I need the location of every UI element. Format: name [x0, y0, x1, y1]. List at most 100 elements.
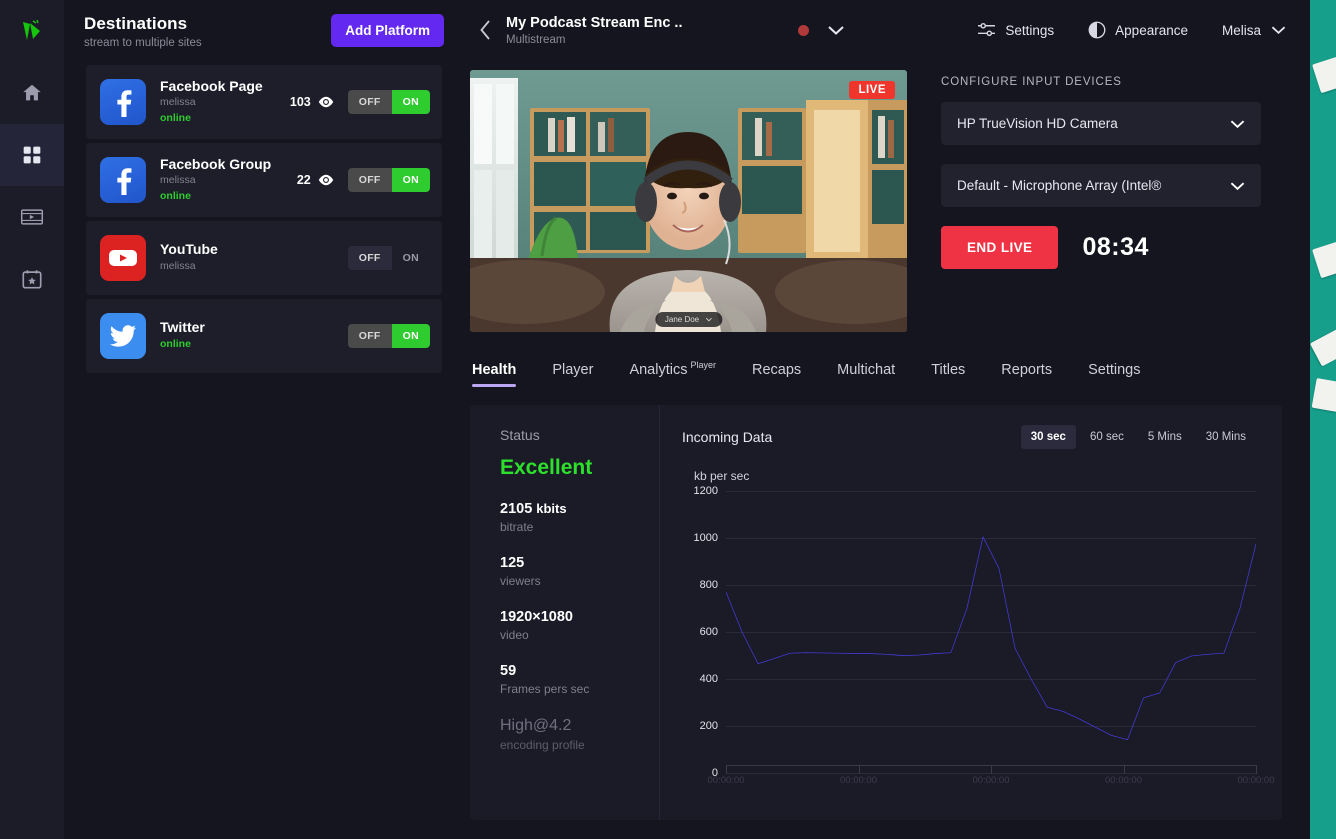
range-60-sec[interactable]: 60 sec — [1080, 425, 1134, 449]
incoming-data-chart: 0 200 400 600 800 1000 1200 00:00:00 00:00:00 00… — [682, 485, 1275, 786]
chart-x-tick — [1123, 764, 1125, 774]
toggle-off[interactable]: OFF — [347, 168, 392, 192]
metric-value: 2105 — [500, 500, 533, 517]
destination-toggle[interactable]: OFF ON — [347, 324, 430, 348]
metric-label: viewers — [500, 573, 541, 588]
facebook-icon — [100, 79, 146, 125]
list-item[interactable]: Twitter online OFF ON — [86, 299, 442, 373]
end-live-button[interactable]: END LIVE — [941, 226, 1059, 269]
main-content: My Podcast Stream Enc .. Multistream Set… — [462, 0, 1310, 839]
app-window: Destinations stream to multiple sites Ad… — [0, 0, 1310, 839]
metric-value: 125 — [500, 554, 525, 571]
tab-superscript: Player — [690, 360, 716, 370]
appearance-label: Appearance — [1115, 22, 1188, 38]
destination-name: YouTube — [160, 241, 218, 258]
left-nav-rail — [0, 0, 64, 839]
metric-bitrate: 2105 kbits bitrate — [500, 501, 659, 534]
top-bar: My Podcast Stream Enc .. Multistream Set… — [462, 0, 1310, 60]
toggle-on[interactable]: ON — [391, 324, 430, 348]
viewer-count-value: 22 — [296, 173, 311, 187]
toggle-off[interactable]: OFF — [347, 246, 392, 270]
sidebar-item-schedule[interactable] — [0, 248, 64, 310]
tab-label: Titles — [931, 361, 966, 378]
toggle-on[interactable]: ON — [391, 168, 430, 192]
chart-y-tick-label: 400 — [699, 672, 718, 685]
tab-analytics[interactable]: Analytics Player — [611, 360, 734, 387]
recording-indicator-icon — [798, 24, 810, 36]
tab-multichat[interactable]: Multichat — [819, 362, 913, 387]
range-5-mins[interactable]: 5 Mins — [1138, 425, 1192, 449]
destination-toggle[interactable]: OFF ON — [347, 168, 430, 192]
toggle-on[interactable]: ON — [392, 246, 430, 270]
destination-status: online — [160, 111, 191, 124]
configure-input-devices-panel: CONFIGURE INPUT DEVICES HP TrueVision HD… — [941, 70, 1310, 332]
stage-row: LIVE Jane Doe CONFIGURE INPUT DEVICES HP… — [462, 60, 1310, 332]
destination-name: Facebook Group — [160, 155, 272, 172]
metric-label: Frames pers sec — [500, 681, 590, 696]
viewer-count-value: 103 — [289, 95, 311, 109]
status-label: Status — [500, 426, 540, 443]
eye-icon — [318, 96, 333, 108]
destination-user: melissa — [160, 259, 196, 272]
tab-label: Player — [552, 361, 594, 378]
viewer-count: 103 — [290, 95, 334, 109]
tab-recaps[interactable]: Recaps — [734, 362, 819, 387]
destinations-panel: Destinations stream to multiple sites Ad… — [64, 0, 462, 839]
eye-icon — [318, 174, 333, 186]
chevron-down-icon — [1230, 119, 1245, 128]
settings-button[interactable]: Settings — [977, 22, 1054, 38]
metric-label: bitrate — [500, 519, 534, 534]
moon-icon — [1088, 21, 1106, 39]
sidebar-item-videos[interactable] — [0, 186, 64, 248]
chart-x-tick-label: 00:00:00 — [972, 774, 1010, 786]
logo-icon[interactable] — [0, 0, 64, 62]
toggle-off[interactable]: OFF — [347, 324, 392, 348]
toggle-off[interactable]: OFF — [347, 90, 392, 114]
video-preview[interactable]: LIVE Jane Doe — [470, 70, 907, 332]
camera-select-value: HP TrueVision HD Camera — [957, 116, 1118, 131]
metric-value: High@4.2 — [500, 716, 572, 734]
participant-name-tag[interactable]: Jane Doe — [654, 312, 723, 327]
tab-settings[interactable]: Settings — [1070, 362, 1158, 387]
sidebar-item-dashboard[interactable] — [0, 124, 64, 186]
destination-toggle[interactable]: OFF ON — [347, 246, 430, 270]
destination-list: Facebook Page melissa online 103 OFF ON — [64, 59, 462, 373]
sidebar-item-home[interactable] — [0, 62, 64, 124]
add-platform-button[interactable]: Add Platform — [331, 14, 444, 47]
toggle-on[interactable]: ON — [391, 90, 430, 114]
tab-reports[interactable]: Reports — [983, 362, 1070, 387]
tab-label: Health — [472, 361, 517, 378]
chart-y-tick-label: 1200 — [693, 484, 718, 497]
tab-health[interactable]: Health — [470, 362, 534, 387]
list-item[interactable]: YouTube melissa OFF ON — [86, 221, 442, 295]
range-30-sec[interactable]: 30 sec — [1020, 424, 1076, 449]
microphone-select[interactable]: Default - Microphone Array (Intel® — [941, 164, 1261, 207]
tab-player[interactable]: Player — [534, 362, 611, 387]
chart-x-axis: 00:00:00 00:00:00 00:00:00 00:00:00 00:00:00 — [708, 764, 1274, 786]
live-controls: END LIVE 08:34 — [941, 226, 1270, 269]
metric-label: video — [500, 627, 529, 642]
metric-viewers: 125 viewers — [500, 555, 659, 588]
list-item[interactable]: Facebook Group melissa online 22 OFF ON — [86, 143, 442, 217]
appearance-button[interactable]: Appearance — [1088, 21, 1188, 39]
list-item[interactable]: Facebook Page melissa online 103 OFF ON — [86, 65, 442, 139]
user-menu[interactable]: Melisa — [1222, 23, 1286, 38]
chart-header: Incoming Data 30 sec 60 sec 5 Mins 30 Mi… — [682, 424, 1256, 449]
chart-column: Incoming Data 30 sec 60 sec 5 Mins 30 Mi… — [660, 405, 1282, 820]
back-arrow-icon[interactable] — [468, 20, 502, 40]
destination-toggle[interactable]: OFF ON — [347, 90, 430, 114]
stream-menu-chevron-down-icon[interactable] — [827, 24, 845, 36]
chart-y-tick-label: 200 — [699, 719, 718, 732]
viewer-count: 22 — [297, 173, 334, 187]
chart-y-axis-unit: kb per sec — [694, 468, 750, 483]
live-badge: LIVE — [849, 81, 895, 99]
tab-label: Recaps — [751, 361, 802, 378]
stream-timer: 08:34 — [1082, 233, 1149, 261]
destinations-header: Destinations stream to multiple sites Ad… — [64, 0, 462, 59]
range-30-mins[interactable]: 30 Mins — [1196, 425, 1256, 449]
metric-resolution: 1920×1080 video — [500, 609, 659, 642]
tab-titles[interactable]: Titles — [913, 362, 983, 387]
tab-label: Settings — [1088, 361, 1141, 378]
metric-unit: kbits — [536, 500, 567, 516]
camera-select[interactable]: HP TrueVision HD Camera — [941, 102, 1261, 145]
